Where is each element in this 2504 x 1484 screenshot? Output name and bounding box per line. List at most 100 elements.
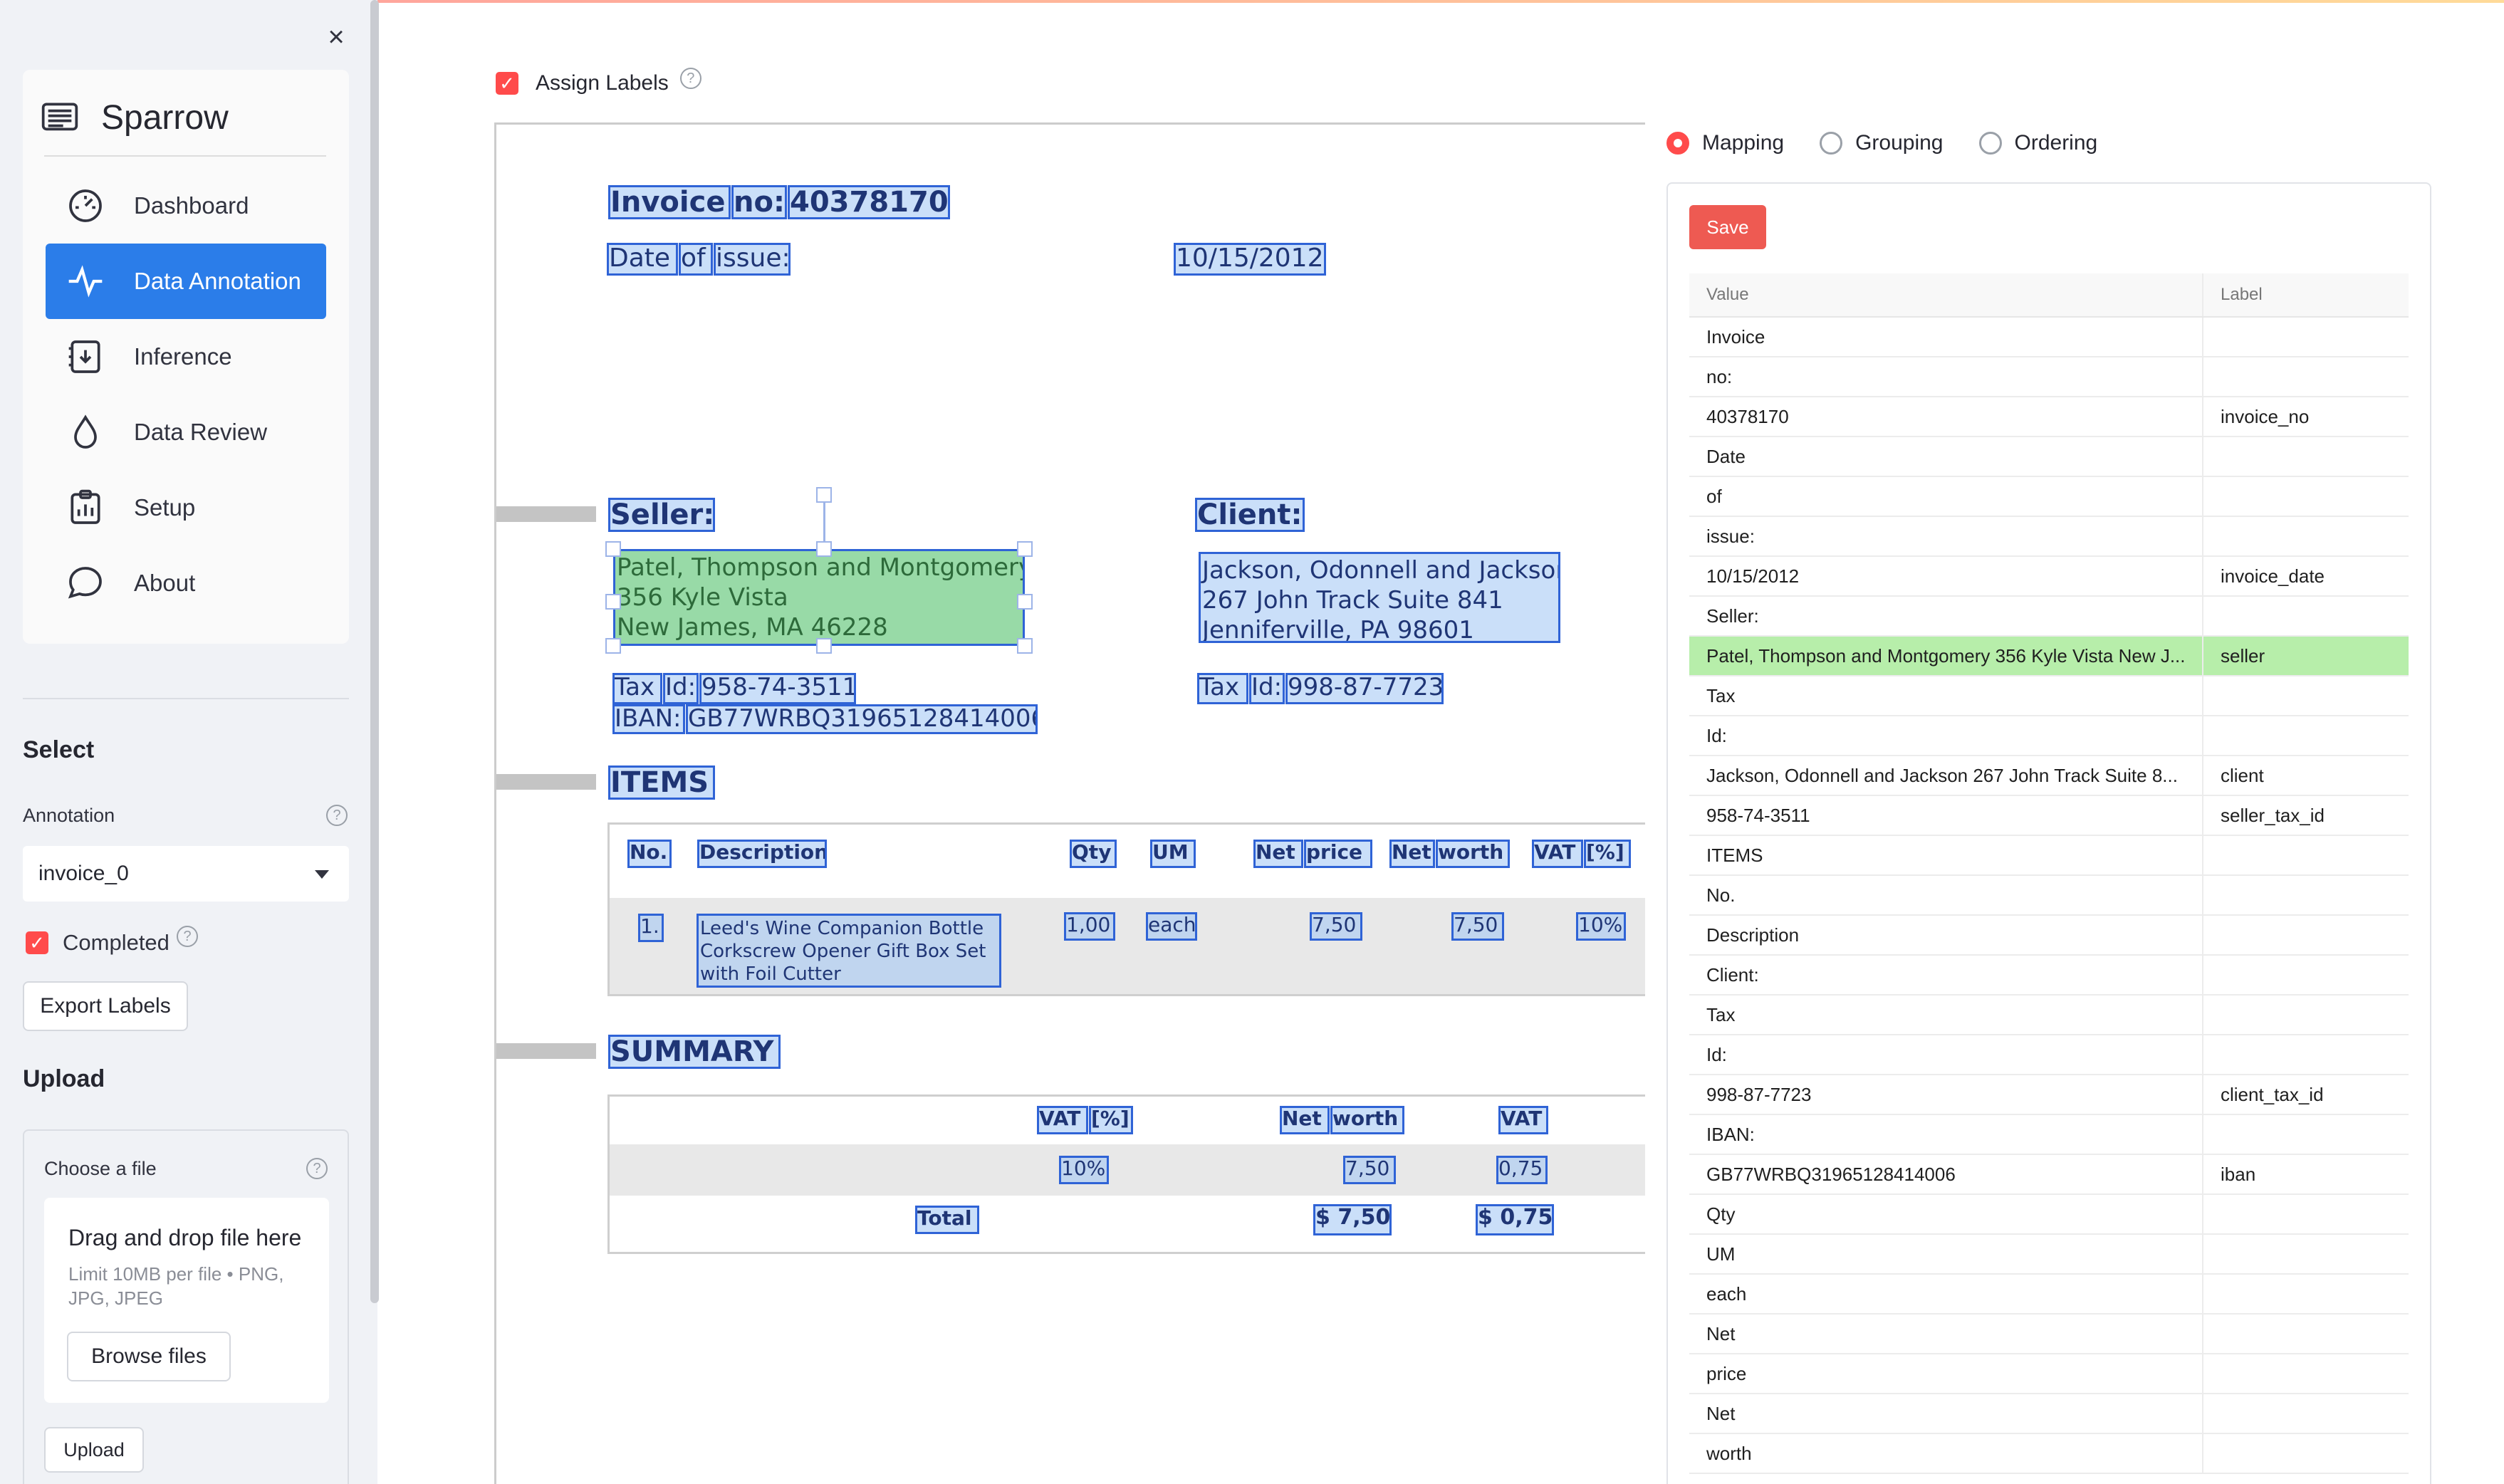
box-sum-vat[interactable]: VAT <box>1037 1106 1088 1134</box>
box-item-description[interactable]: Leed's Wine Companion Bottle Corkscrew O… <box>697 914 1001 988</box>
label-cell[interactable] <box>2203 676 2409 715</box>
value-cell[interactable]: 958-74-3511 <box>1689 796 2203 835</box>
box-sum-vat-col[interactable]: VAT <box>1498 1106 1548 1134</box>
label-cell[interactable] <box>2203 1434 2409 1473</box>
assign-labels-checkbox[interactable]: ✓ <box>496 72 518 95</box>
value-cell[interactable]: Patel, Thompson and Montgomery 356 Kyle … <box>1689 637 2203 675</box>
table-row[interactable]: Tax <box>1689 676 2409 716</box>
table-row[interactable]: Jackson, Odonnell and Jackson 267 John T… <box>1689 756 2409 796</box>
rotate-handle[interactable] <box>816 487 832 503</box>
box-col-um[interactable]: UM <box>1150 840 1196 868</box>
value-cell[interactable]: Qty <box>1689 1195 2203 1233</box>
table-row[interactable]: of <box>1689 477 2409 517</box>
box-of[interactable]: of <box>679 243 713 276</box>
value-cell[interactable]: GB77WRBQ31965128414006 <box>1689 1155 2203 1193</box>
value-cell[interactable]: Tax <box>1689 676 2203 715</box>
label-cell[interactable]: seller_tax_id <box>2203 796 2409 835</box>
box-sum-vat-value[interactable]: 0,75 <box>1496 1156 1548 1184</box>
label-cell[interactable] <box>2203 916 2409 954</box>
label-cell[interactable] <box>2203 318 2409 356</box>
value-cell[interactable]: IBAN: <box>1689 1115 2203 1154</box>
resize-handle[interactable] <box>1017 541 1033 557</box>
help-icon[interactable]: ? <box>326 805 348 826</box>
label-cell[interactable] <box>2203 956 2409 994</box>
help-icon[interactable]: ? <box>306 1158 328 1179</box>
label-cell[interactable] <box>2203 876 2409 914</box>
resize-handle[interactable] <box>605 594 621 610</box>
label-cell[interactable] <box>2203 437 2409 476</box>
label-cell[interactable] <box>2203 716 2409 755</box>
box-id[interactable]: Id: <box>1249 673 1285 704</box>
mode-grouping[interactable]: Grouping <box>1820 131 1944 155</box>
label-cell[interactable] <box>2203 1275 2409 1313</box>
table-row[interactable]: Net <box>1689 1394 2409 1434</box>
box-sum-vat-pct[interactable]: 10% <box>1059 1156 1109 1184</box>
label-cell[interactable]: client <box>2203 756 2409 795</box>
box-item-um[interactable]: each <box>1146 912 1197 941</box>
annotation-select[interactable]: invoice_0 <box>23 846 349 902</box>
box-col-net[interactable]: Net <box>1389 840 1435 868</box>
box-client-heading[interactable]: Client: <box>1195 498 1305 532</box>
resize-handle[interactable] <box>605 541 621 557</box>
label-cell[interactable]: iban <box>2203 1155 2409 1193</box>
table-row[interactable]: Date <box>1689 437 2409 477</box>
box-client-address[interactable]: Jackson, Odonnell and Jackson 267 John T… <box>1199 552 1560 643</box>
value-cell[interactable]: Net <box>1689 1315 2203 1353</box>
browse-files-button[interactable]: Browse files <box>67 1332 231 1381</box>
box-tax[interactable]: Tax <box>1197 673 1248 704</box>
label-cell[interactable] <box>2203 1315 2409 1353</box>
label-cell[interactable] <box>2203 1394 2409 1433</box>
resize-handle[interactable] <box>816 541 832 557</box>
label-cell[interactable] <box>2203 357 2409 396</box>
box-invoice-no[interactable]: no: <box>731 185 787 219</box>
table-row[interactable]: Net <box>1689 1315 2409 1354</box>
label-cell[interactable] <box>2203 1035 2409 1074</box>
value-cell[interactable]: each <box>1689 1275 2203 1313</box>
box-sum-net[interactable]: Net <box>1280 1106 1330 1134</box>
box-sum-worth[interactable]: worth <box>1330 1106 1404 1134</box>
label-cell[interactable] <box>2203 1195 2409 1233</box>
table-row[interactable]: 998-87-7723 client_tax_id <box>1689 1075 2409 1115</box>
table-row[interactable]: Id: <box>1689 716 2409 756</box>
table-row[interactable]: Qty <box>1689 1195 2409 1235</box>
resize-handle[interactable] <box>1017 594 1033 610</box>
table-row[interactable]: worth <box>1689 1434 2409 1474</box>
value-cell[interactable]: Id: <box>1689 716 2203 755</box>
table-row[interactable]: Patel, Thompson and Montgomery 356 Kyle … <box>1689 637 2409 676</box>
box-sum-net-worth[interactable]: 7,50 <box>1343 1156 1396 1184</box>
table-row[interactable]: IBAN: <box>1689 1115 2409 1155</box>
nav-inference[interactable]: Inference <box>46 319 326 394</box>
label-cell[interactable]: invoice_no <box>2203 397 2409 436</box>
table-row[interactable]: Invoice <box>1689 318 2409 357</box>
table-row[interactable]: Id: <box>1689 1035 2409 1075</box>
label-cell[interactable] <box>2203 1235 2409 1273</box>
value-cell[interactable]: UM <box>1689 1235 2203 1273</box>
box-tax[interactable]: Tax <box>612 673 662 704</box>
box-seller-tax-id[interactable]: 958-74-3511 <box>699 673 856 704</box>
box-iban-value[interactable]: GB77WRBQ31965128414006 <box>686 704 1038 734</box>
table-row[interactable]: No. <box>1689 876 2409 916</box>
value-cell[interactable]: price <box>1689 1354 2203 1393</box>
label-cell[interactable]: client_tax_id <box>2203 1075 2409 1114</box>
box-invoice-number[interactable]: 40378170 <box>788 185 950 219</box>
help-icon[interactable]: ? <box>679 68 701 89</box>
box-issue[interactable]: issue: <box>714 243 791 276</box>
box-client-tax-id[interactable]: 998-87-7723 <box>1285 673 1444 704</box>
box-seller-address-selected[interactable]: Patel, Thompson and Montgomery 356 Kyle … <box>613 549 1025 646</box>
resize-handle[interactable] <box>1017 638 1033 654</box>
value-cell[interactable]: No. <box>1689 876 2203 914</box>
table-row[interactable]: Description <box>1689 916 2409 956</box>
box-items-heading[interactable]: ITEMS <box>608 765 715 800</box>
value-cell[interactable]: 998-87-7723 <box>1689 1075 2203 1114</box>
table-row[interactable]: UM <box>1689 1235 2409 1275</box>
nav-dashboard[interactable]: Dashboard <box>46 168 326 244</box>
value-cell[interactable]: Description <box>1689 916 2203 954</box>
box-seller-heading[interactable]: Seller: <box>608 498 715 532</box>
table-row[interactable]: each <box>1689 1275 2409 1315</box>
value-cell[interactable]: Client: <box>1689 956 2203 994</box>
table-row[interactable]: Tax <box>1689 996 2409 1035</box>
box-iban[interactable]: IBAN: <box>612 704 685 734</box>
nav-setup[interactable]: Setup <box>46 470 326 545</box>
export-labels-button[interactable]: Export Labels <box>23 981 188 1031</box>
label-cell[interactable] <box>2203 1354 2409 1393</box>
